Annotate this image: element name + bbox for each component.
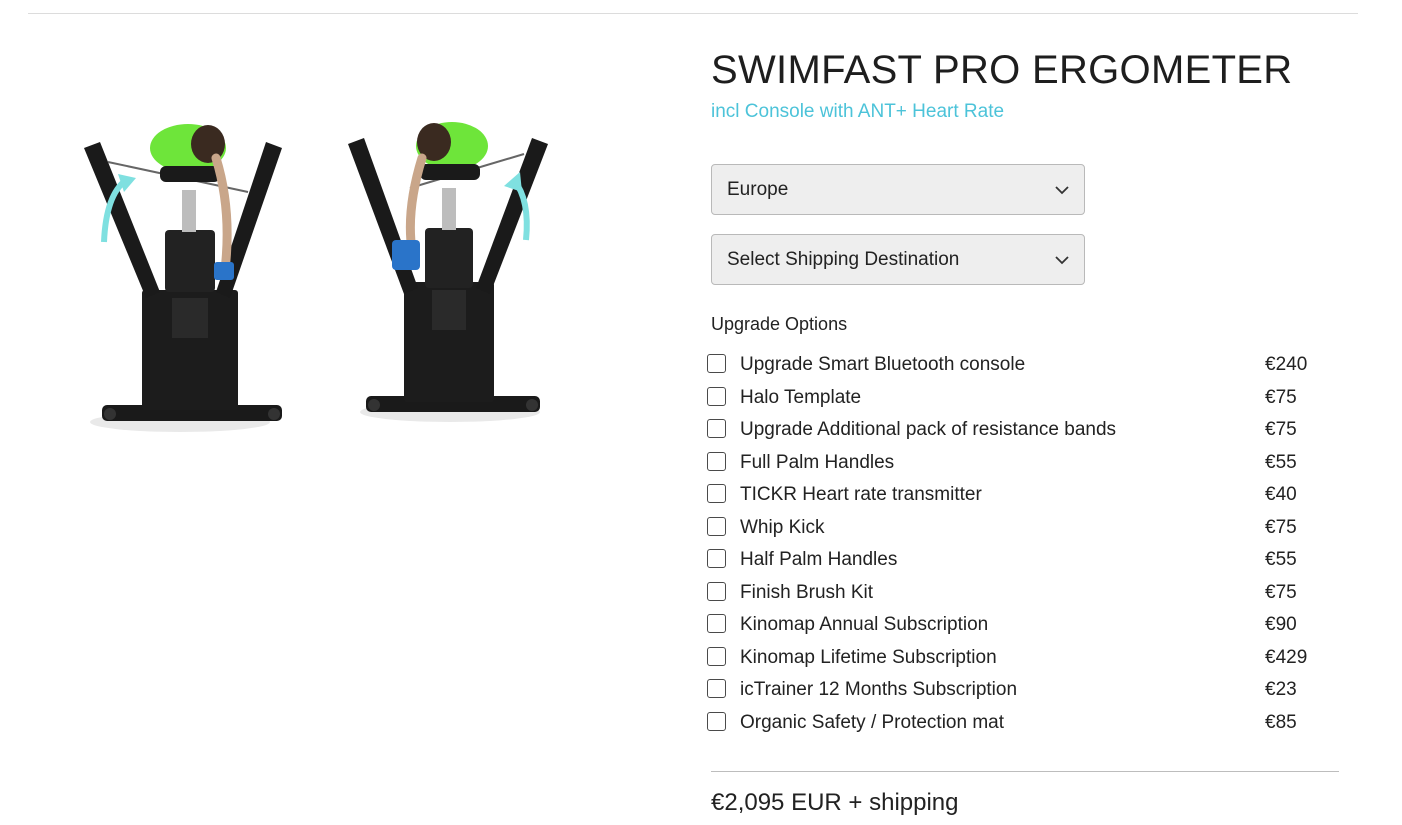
upgrade-option-label[interactable]: Upgrade Additional pack of resistance ba… bbox=[740, 419, 1116, 441]
upgrade-option-label[interactable]: Kinomap Annual Subscription bbox=[740, 614, 988, 636]
checkbox-icon[interactable] bbox=[707, 549, 726, 568]
upgrade-option[interactable]: Finish Brush Kit €75 bbox=[707, 577, 1317, 610]
upgrade-option[interactable]: icTrainer 12 Months Subscription €23 bbox=[707, 674, 1317, 707]
upgrade-option-label[interactable]: icTrainer 12 Months Subscription bbox=[740, 679, 1017, 701]
upgrade-option[interactable]: Full Palm Handles €55 bbox=[707, 447, 1317, 480]
upgrade-option-label[interactable]: Organic Safety / Protection mat bbox=[740, 712, 1004, 734]
upgrade-option[interactable]: Half Palm Handles €55 bbox=[707, 544, 1317, 577]
upgrade-option-price: €85 bbox=[1265, 712, 1297, 734]
upgrade-option-price: €55 bbox=[1265, 452, 1297, 474]
upgrade-option[interactable]: Whip Kick €75 bbox=[707, 512, 1317, 545]
upgrade-option-price: €75 bbox=[1265, 419, 1297, 441]
upgrade-option-price: €75 bbox=[1265, 582, 1297, 604]
checkbox-icon[interactable] bbox=[707, 419, 726, 438]
upgrade-options-heading: Upgrade Options bbox=[711, 314, 847, 335]
product-title: SWIMFAST PRO ERGOMETER bbox=[711, 48, 1292, 93]
upgrade-option-price: €75 bbox=[1265, 387, 1297, 409]
upgrade-option[interactable]: Kinomap Annual Subscription €90 bbox=[707, 609, 1317, 642]
price-divider bbox=[711, 771, 1339, 772]
checkbox-icon[interactable] bbox=[707, 582, 726, 601]
shipping-destination-select[interactable]: Select Shipping Destination bbox=[711, 234, 1085, 285]
upgrade-option-label[interactable]: Upgrade Smart Bluetooth console bbox=[740, 354, 1025, 376]
region-select-value: Europe bbox=[727, 179, 788, 201]
upgrade-option-price: €90 bbox=[1265, 614, 1297, 636]
upgrade-option-price: €240 bbox=[1265, 354, 1307, 376]
ergometer-right-view bbox=[348, 122, 548, 422]
checkbox-icon[interactable] bbox=[707, 679, 726, 698]
upgrade-option-label[interactable]: Full Palm Handles bbox=[740, 452, 894, 474]
ergometer-left-view bbox=[84, 124, 282, 432]
upgrade-option[interactable]: Upgrade Smart Bluetooth console €240 bbox=[707, 349, 1317, 382]
upgrade-option[interactable]: Upgrade Additional pack of resistance ba… bbox=[707, 414, 1317, 447]
chevron-down-icon bbox=[1054, 252, 1070, 268]
checkbox-icon[interactable] bbox=[707, 517, 726, 536]
upgrade-option-label[interactable]: Finish Brush Kit bbox=[740, 582, 873, 604]
upgrade-option-label[interactable]: Whip Kick bbox=[740, 517, 824, 539]
product-image[interactable] bbox=[70, 100, 570, 460]
chevron-down-icon bbox=[1054, 182, 1070, 198]
upgrade-option[interactable]: TICKR Heart rate transmitter €40 bbox=[707, 479, 1317, 512]
checkbox-icon[interactable] bbox=[707, 614, 726, 633]
upgrade-option-label[interactable]: TICKR Heart rate transmitter bbox=[740, 484, 982, 506]
upgrade-option[interactable]: Organic Safety / Protection mat €85 bbox=[707, 707, 1317, 740]
checkbox-icon[interactable] bbox=[707, 647, 726, 666]
ergometer-illustration bbox=[70, 100, 570, 460]
checkbox-icon[interactable] bbox=[707, 354, 726, 373]
product-subtitle: incl Console with ANT+ Heart Rate bbox=[711, 101, 1004, 123]
checkbox-icon[interactable] bbox=[707, 387, 726, 406]
upgrade-option[interactable]: Halo Template €75 bbox=[707, 382, 1317, 415]
checkbox-icon[interactable] bbox=[707, 452, 726, 471]
product-page: SWIMFAST PRO ERGOMETER incl Console with… bbox=[0, 0, 1402, 825]
shipping-select-value: Select Shipping Destination bbox=[727, 249, 959, 271]
upgrade-option-price: €55 bbox=[1265, 549, 1297, 571]
region-select[interactable]: Europe bbox=[711, 164, 1085, 215]
top-divider bbox=[28, 13, 1358, 14]
upgrade-option-price: €429 bbox=[1265, 647, 1307, 669]
upgrade-option-label[interactable]: Half Palm Handles bbox=[740, 549, 897, 571]
upgrade-option-price: €75 bbox=[1265, 517, 1297, 539]
upgrade-option-price: €23 bbox=[1265, 679, 1297, 701]
checkbox-icon[interactable] bbox=[707, 712, 726, 731]
upgrade-option-price: €40 bbox=[1265, 484, 1297, 506]
upgrade-options-list: Upgrade Smart Bluetooth console €240 Hal… bbox=[707, 349, 1317, 739]
upgrade-option-label[interactable]: Halo Template bbox=[740, 387, 861, 409]
upgrade-option[interactable]: Kinomap Lifetime Subscription €429 bbox=[707, 642, 1317, 675]
upgrade-option-label[interactable]: Kinomap Lifetime Subscription bbox=[740, 647, 997, 669]
total-price: €2,095 EUR + shipping bbox=[711, 789, 959, 817]
checkbox-icon[interactable] bbox=[707, 484, 726, 503]
